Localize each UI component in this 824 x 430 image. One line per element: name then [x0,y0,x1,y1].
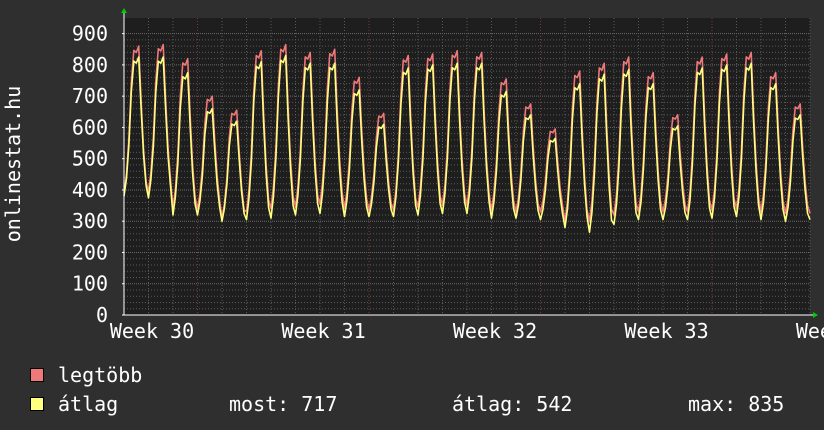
x-axis-arrow-icon [813,312,818,318]
y-tick-label: 700 [72,84,108,108]
y-tick-label: 800 [72,53,108,77]
legend: legtöbb átlag most: 717 átlag: 542 max: … [30,360,784,418]
x-tick-label: Week 30 [110,319,194,343]
y-tick-label: 300 [72,209,108,233]
y-tick-label: 200 [72,240,108,264]
legend-item-legtobb: legtöbb [30,360,142,389]
y-tick-label: 600 [72,115,108,139]
legend-label-atlag: átlag [58,391,119,416]
y-tick-label: 0 [96,303,108,327]
y-tick-label: 900 [72,22,108,46]
legend-swatch-legtobb [30,367,44,382]
x-tick-label: Week 34 [796,319,824,343]
y-axis-arrow-icon [121,8,127,13]
y-tick-label: 100 [72,272,108,296]
y-axis-label: onlinestat.hu [1,86,25,243]
stat-most: most: 717 [229,391,338,416]
y-tick-label: 400 [72,178,108,202]
legend-swatch-atlag [30,396,44,411]
x-tick-label: Week 32 [453,319,537,343]
stat-atlag: átlag: 542 [452,391,573,416]
x-tick-label: Week 33 [624,319,708,343]
y-tick-label: 500 [72,147,108,171]
legend-item-atlag: átlag most: 717 átlag: 542 max: 835 [30,389,784,418]
stat-max: max: 835 [688,391,785,416]
x-tick-label: Week 31 [281,319,365,343]
legend-label-legtobb: legtöbb [58,362,143,387]
